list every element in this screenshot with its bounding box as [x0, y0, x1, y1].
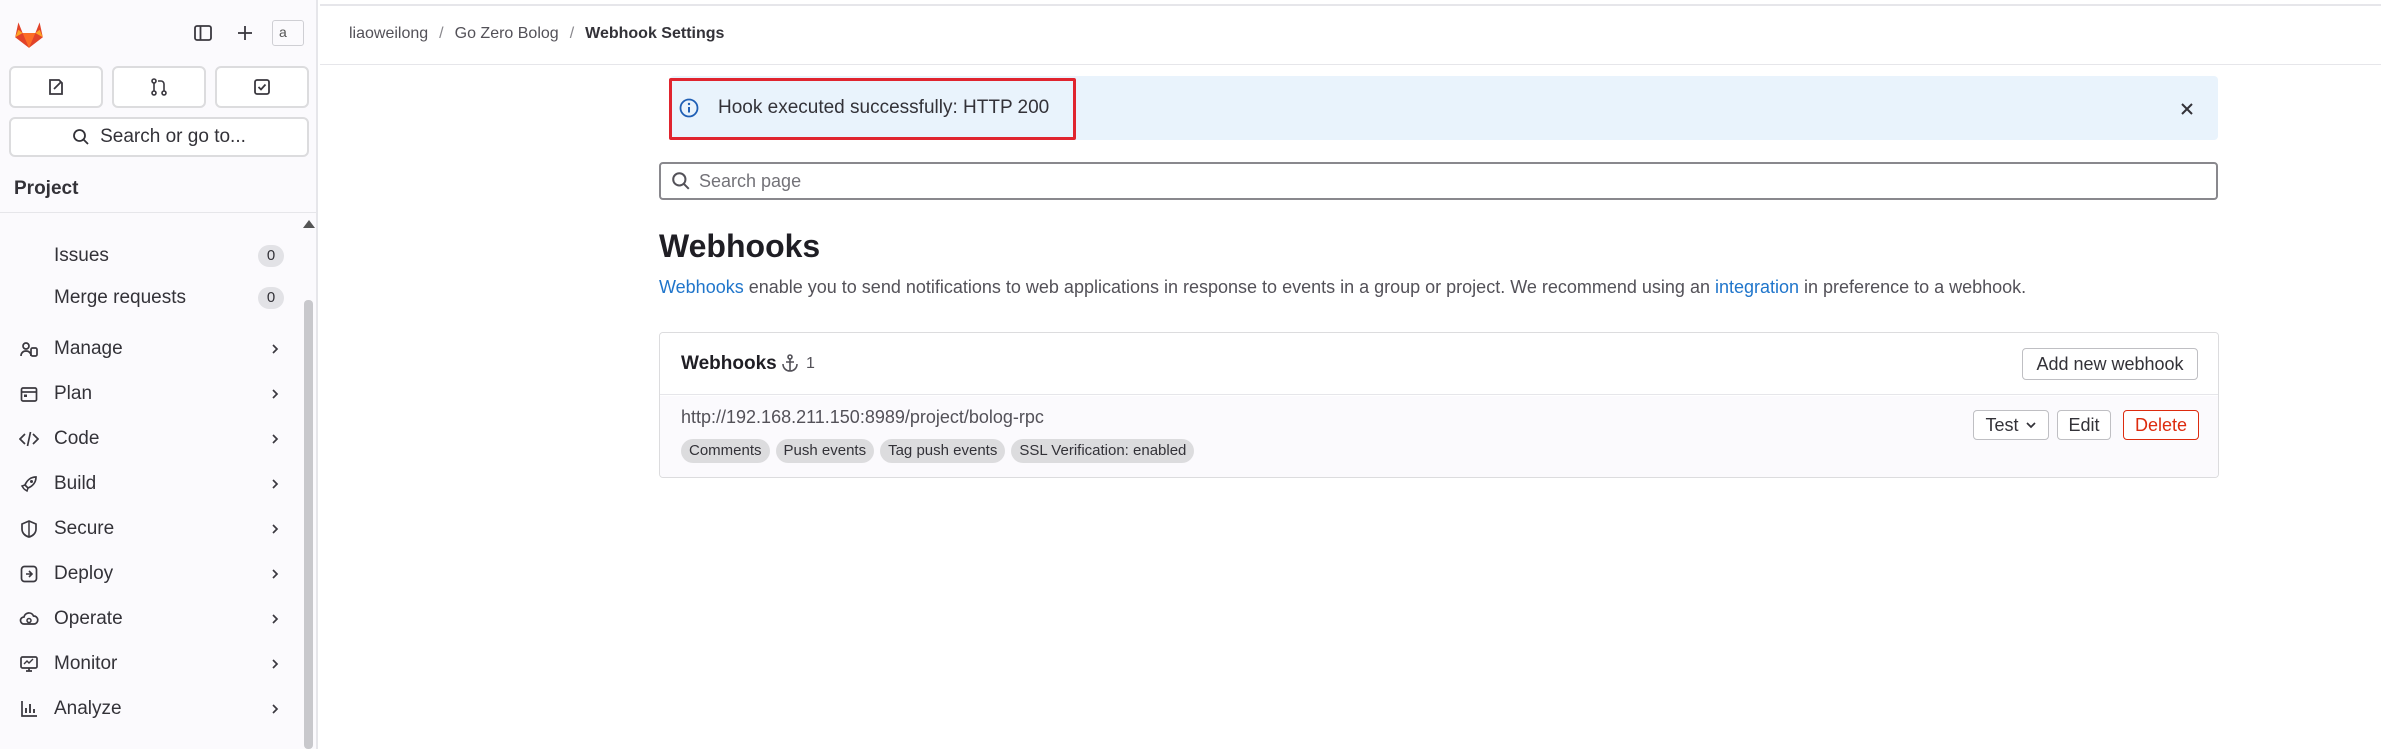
chevron-right-icon	[268, 477, 282, 491]
card-title: Webhooks	[681, 353, 777, 374]
sidebar-item-manage[interactable]: Manage	[0, 329, 300, 369]
sidebar-item-label: Build	[54, 473, 97, 494]
sidebar-item-secure[interactable]: Secure	[0, 509, 300, 549]
sidebar-item-label: Secure	[54, 518, 115, 539]
webhooks-count: 1	[806, 355, 815, 372]
chevron-down-icon	[2025, 422, 2036, 429]
sidebar-item-label: Code	[54, 428, 100, 449]
edit-webhook-button[interactable]: Edit	[2057, 410, 2111, 440]
sidebar-toggle-icon[interactable]	[188, 18, 218, 48]
event-tag: Tag push events	[880, 439, 1006, 463]
breadcrumb-current[interactable]: Webhook Settings	[585, 25, 724, 43]
page-search-field[interactable]	[659, 162, 2218, 200]
issues-icon	[49, 79, 63, 95]
alert-message: Hook executed successfully: HTTP 200	[718, 97, 1050, 118]
merge-requests-count-badge: 0	[258, 287, 284, 309]
chevron-right-icon	[268, 612, 282, 626]
info-icon	[678, 97, 700, 119]
shield-icon	[18, 518, 40, 540]
search-icon	[73, 129, 89, 145]
scroll-up-arrow-icon[interactable]	[303, 220, 315, 228]
users-icon	[18, 338, 40, 360]
breadcrumb-separator: /	[569, 25, 575, 42]
sidebar-scrollbar[interactable]	[304, 300, 313, 749]
breadcrumb-project[interactable]: Go Zero Bolog	[455, 25, 559, 43]
webhook-event-tags: Comments Push events Tag push events SSL…	[681, 439, 1195, 463]
close-icon[interactable]	[2176, 98, 2198, 120]
search-icon	[672, 172, 690, 190]
integration-link[interactable]: integration	[1715, 277, 1799, 297]
sidebar-item-operate[interactable]: Operate	[0, 599, 300, 639]
breadcrumb-separator: /	[439, 25, 444, 42]
sidebar-item-label: Deploy	[54, 563, 114, 584]
sidebar-item-label: Manage	[54, 338, 123, 359]
sidebar-search-label: Search or go to...	[100, 126, 246, 147]
sidebar-quick-buttons	[9, 66, 309, 108]
sidebar-search-button[interactable]: Search or go to...	[9, 117, 309, 157]
code-icon	[18, 428, 40, 450]
cloud-gear-icon	[18, 608, 40, 630]
sidebar-item-merge-requests[interactable]: Merge requests	[54, 287, 186, 309]
left-sidebar: a Search or go to... Project Issues 0 Me…	[0, 0, 318, 749]
sidebar-item-label: Operate	[54, 608, 123, 629]
gitlab-logo-icon[interactable]	[12, 17, 46, 51]
webhooks-doc-link[interactable]: Webhooks	[659, 277, 744, 297]
top-border	[320, 4, 2381, 6]
monitor-icon	[18, 653, 40, 675]
sidebar-item-analyze[interactable]: Analyze	[0, 689, 300, 729]
chevron-right-icon	[268, 387, 282, 401]
webhook-url: http://192.168.211.150:8989/project/bolo…	[681, 407, 1044, 427]
issues-count-badge: 0	[258, 245, 284, 267]
webhook-row: http://192.168.211.150:8989/project/bolo…	[660, 396, 2218, 477]
issues-button[interactable]	[9, 66, 103, 108]
page-title: Webhooks	[659, 228, 821, 264]
webhooks-card: Webhooks 1 Add new webhook http://192.16…	[659, 332, 2219, 478]
avatar[interactable]: a	[272, 20, 304, 46]
page-search-input[interactable]	[699, 170, 2199, 192]
sidebar-item-code[interactable]: Code	[0, 419, 300, 459]
todos-button[interactable]	[215, 66, 309, 108]
test-dropdown-button[interactable]: Test	[1973, 410, 2049, 440]
sidebar-item-label: Analyze	[54, 698, 122, 719]
add-new-webhook-button[interactable]: Add new webhook	[2022, 348, 2198, 380]
event-tag: Push events	[775, 439, 875, 463]
ssl-verification-tag: SSL Verification: enabled	[1011, 439, 1195, 463]
sidebar-item-plan[interactable]: Plan	[0, 374, 300, 414]
breadcrumb-user[interactable]: liaoweilong	[349, 25, 428, 43]
chevron-right-icon	[268, 657, 282, 671]
sidebar-item-issues[interactable]: Issues	[54, 245, 109, 267]
merge-request-icon	[151, 78, 167, 96]
anchor-icon	[780, 353, 802, 375]
chevron-right-icon	[268, 702, 282, 716]
description-text-end: in preference to a webhook.	[1799, 277, 2027, 297]
chevron-right-icon	[268, 567, 282, 581]
header-divider	[320, 64, 2381, 65]
description-text: enable you to send notifications to web …	[743, 277, 1715, 297]
chevron-right-icon	[268, 522, 282, 536]
event-tag: Comments	[681, 439, 770, 463]
sidebar-item-build[interactable]: Build	[0, 464, 300, 504]
sidebar-header: a	[0, 0, 316, 70]
sidebar-item-deploy[interactable]: Deploy	[0, 554, 300, 594]
webhooks-card-header: Webhooks 1 Add new webhook	[660, 333, 2218, 395]
todo-check-icon	[254, 79, 270, 95]
sidebar-section-title: Project	[14, 178, 79, 199]
sidebar-item-label: Monitor	[54, 653, 118, 674]
page-description: Webhooks enable you to send notification…	[659, 277, 2026, 298]
chart-icon	[18, 698, 40, 720]
breadcrumb: liaoweilong / Go Zero Bolog / Webhook Se…	[349, 25, 724, 43]
test-label: Test	[1985, 414, 2019, 435]
sidebar-item-label: Plan	[54, 383, 93, 404]
chevron-right-icon	[268, 342, 282, 356]
merge-requests-button[interactable]	[112, 66, 206, 108]
sidebar-divider	[0, 212, 316, 213]
chevron-right-icon	[268, 432, 282, 446]
rocket-icon	[18, 473, 40, 495]
delete-webhook-button[interactable]: Delete	[2123, 410, 2199, 440]
create-new-icon[interactable]	[230, 18, 260, 48]
calendar-icon	[18, 383, 40, 405]
deploy-icon	[18, 563, 40, 585]
sidebar-item-monitor[interactable]: Monitor	[0, 644, 300, 684]
